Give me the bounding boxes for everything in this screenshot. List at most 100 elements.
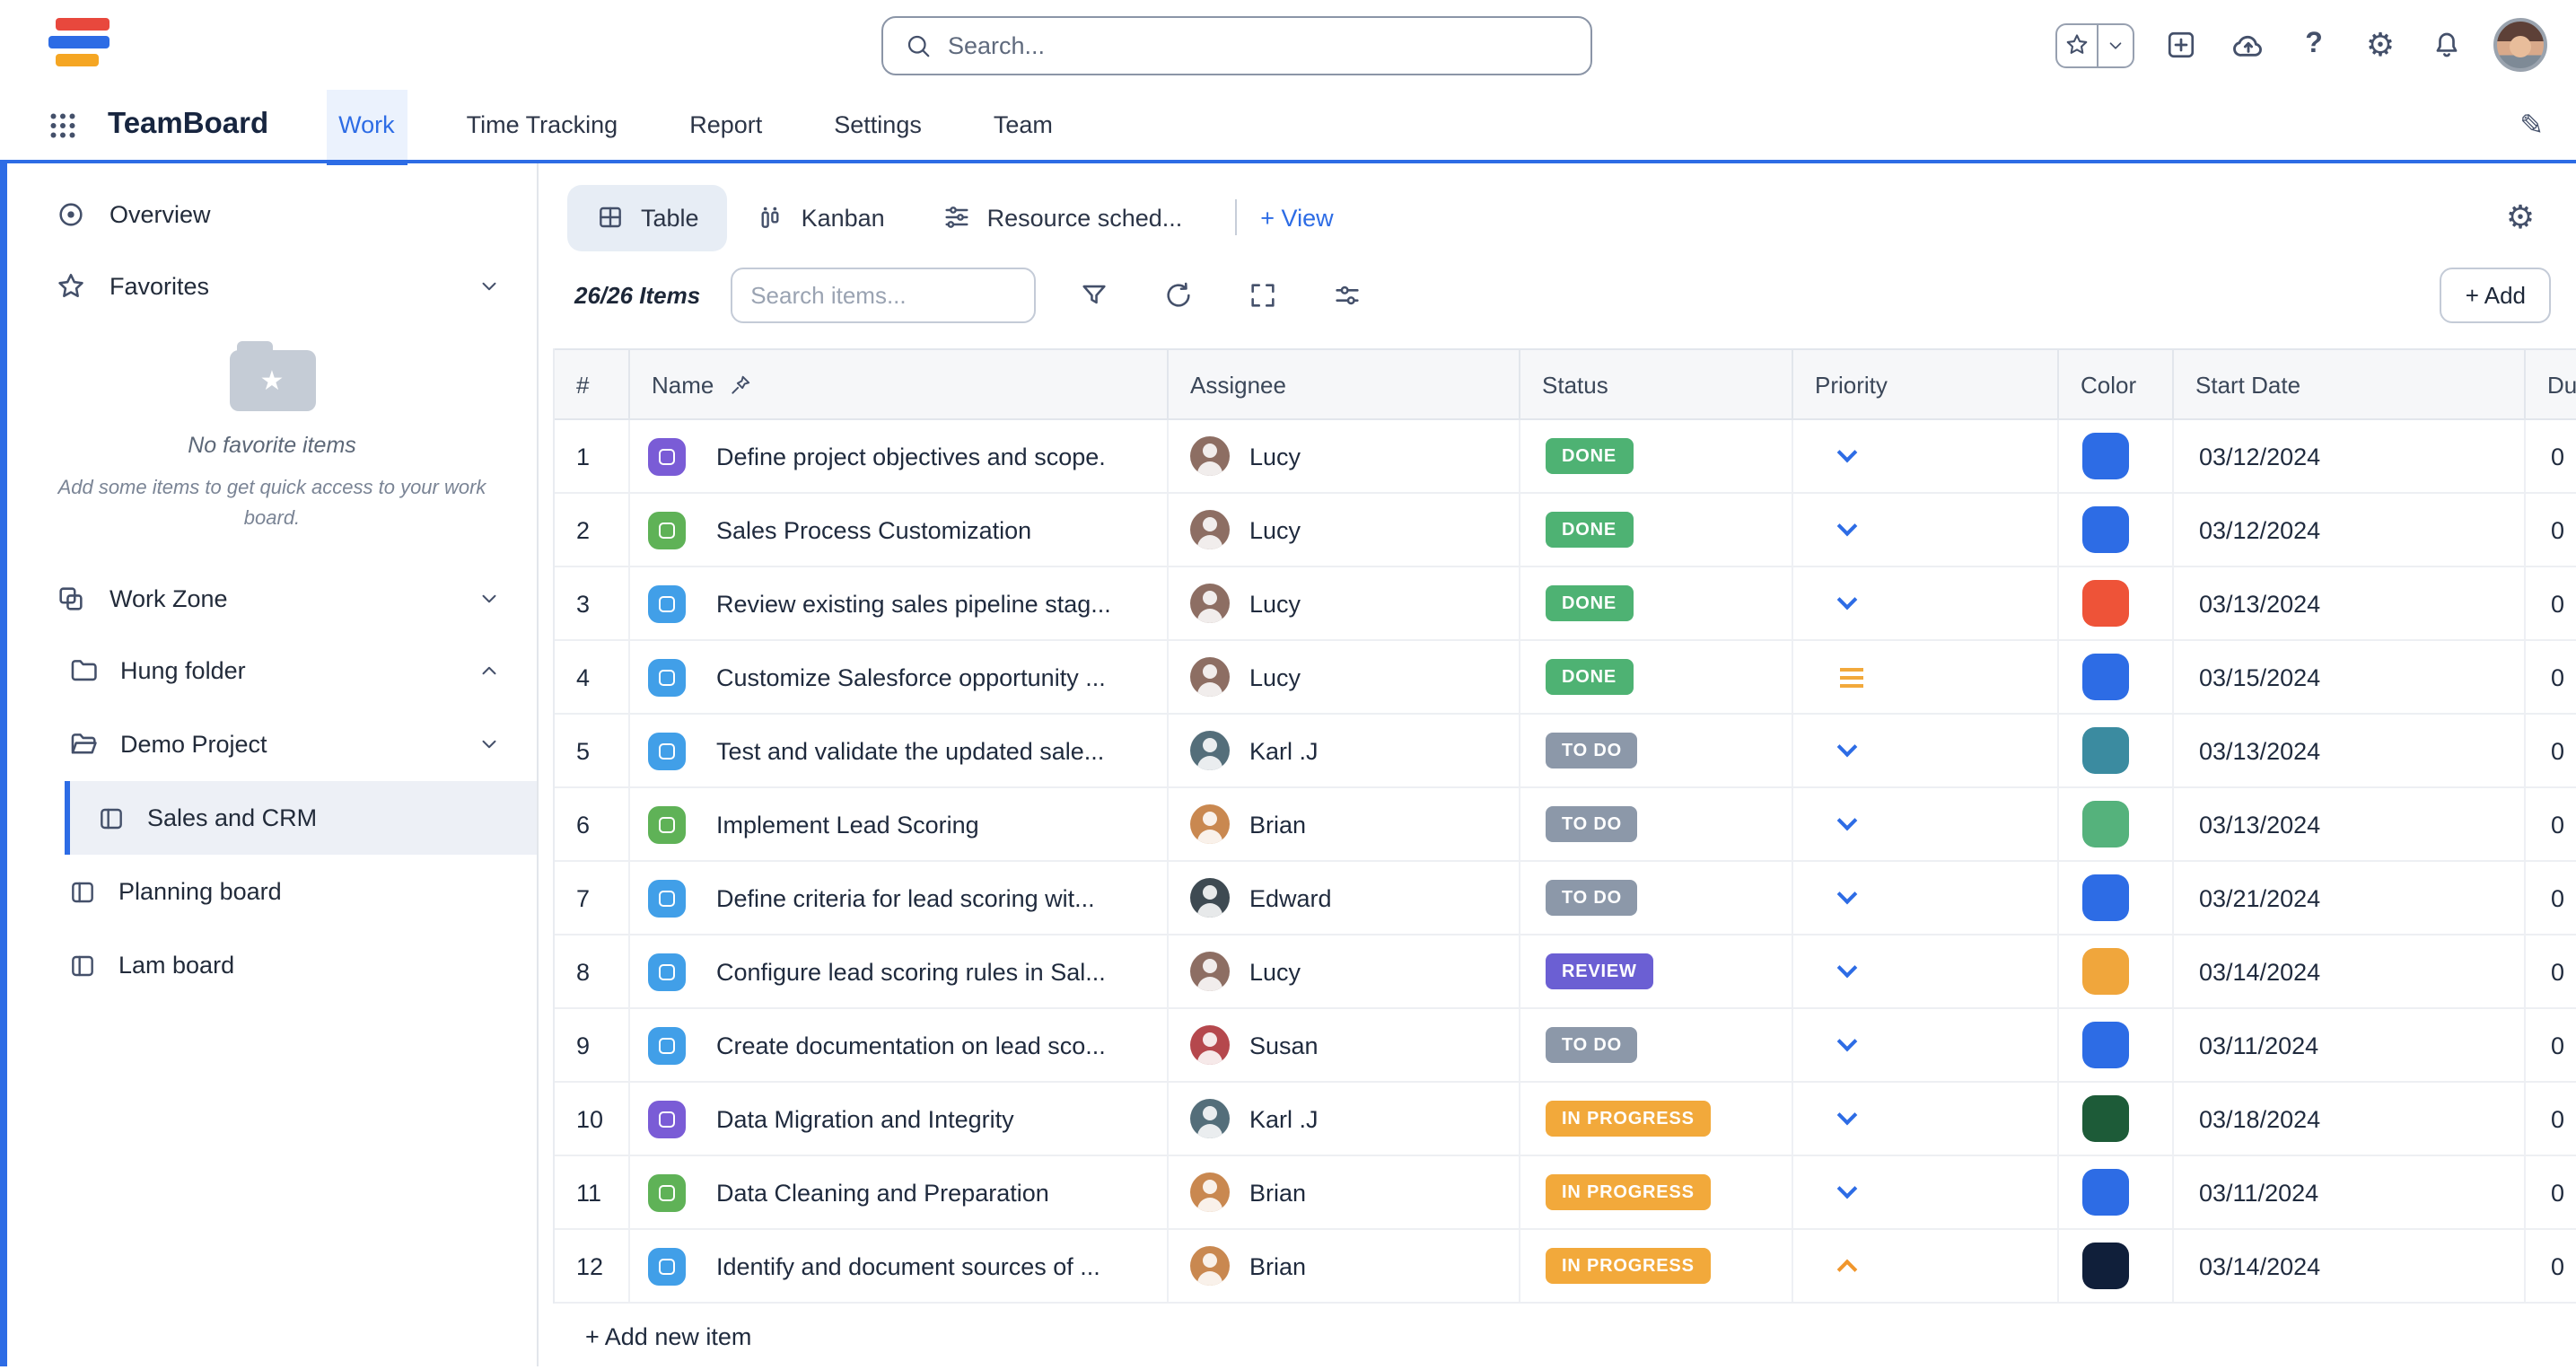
start-date-cell[interactable]: 03/11/2024	[2174, 1156, 2526, 1228]
assignee-cell[interactable]: Brian	[1169, 1156, 1520, 1228]
priority-icon[interactable]	[1840, 667, 1863, 687]
priority-icon[interactable]	[1837, 884, 1858, 905]
global-search-input[interactable]	[948, 32, 1569, 59]
table-row[interactable]: 7 Define criteria for lead scoring wit..…	[555, 862, 2576, 935]
view-settings-gear-icon[interactable]: ⚙	[2501, 198, 2540, 237]
sidebar-item-overview[interactable]: Overview	[7, 178, 537, 250]
chevron-down-icon[interactable]	[478, 274, 501, 297]
priority-cell[interactable]	[1793, 715, 2059, 786]
table-row[interactable]: 9 Create documentation on lead sco... Su…	[555, 1009, 2576, 1083]
due-date-cell[interactable]: 0	[2526, 1156, 2576, 1228]
priority-cell[interactable]	[1793, 788, 2059, 860]
start-date-cell[interactable]: 03/13/2024	[2174, 788, 2526, 860]
start-date-cell[interactable]: 03/14/2024	[2174, 935, 2526, 1007]
color-swatch[interactable]	[2082, 654, 2129, 700]
color-cell[interactable]	[2059, 420, 2174, 492]
priority-icon[interactable]	[1837, 1260, 1858, 1280]
nav-tab[interactable]: Team	[981, 90, 1065, 160]
priority-icon[interactable]	[1837, 811, 1858, 831]
priority-cell[interactable]	[1793, 1009, 2059, 1081]
help-icon[interactable]: ?	[2294, 25, 2334, 65]
color-cell[interactable]	[2059, 494, 2174, 566]
due-date-cell[interactable]: 0	[2526, 788, 2576, 860]
priority-cell[interactable]	[1793, 862, 2059, 934]
table-row[interactable]: 10 Data Migration and Integrity Karl .J …	[555, 1083, 2576, 1156]
color-swatch[interactable]	[2082, 801, 2129, 847]
task-name-cell[interactable]: Implement Lead Scoring	[630, 788, 1169, 860]
edit-pencil-icon[interactable]: ✎	[2519, 107, 2544, 143]
task-name[interactable]: Review existing sales pipeline stag...	[716, 590, 1111, 617]
sidebar-item-hung-folder[interactable]: Hung folder	[7, 634, 537, 707]
due-date-cell[interactable]: 0	[2526, 935, 2576, 1007]
priority-icon[interactable]	[1837, 958, 1858, 979]
status-cell[interactable]: IN PROGRESS	[1520, 1230, 1793, 1302]
settings-gear-icon[interactable]: ⚙	[2361, 25, 2400, 65]
assignee-cell[interactable]: Susan	[1169, 1009, 1520, 1081]
status-badge[interactable]: DONE	[1546, 512, 1633, 548]
table-row[interactable]: 12 Identify and document sources of ... …	[555, 1230, 2576, 1304]
priority-icon[interactable]	[1837, 1179, 1858, 1199]
view-tab-resource-scheduling[interactable]: Resource sched...	[914, 184, 1212, 250]
column-header-color[interactable]: Color	[2059, 350, 2174, 418]
due-date-cell[interactable]: 0	[2526, 641, 2576, 713]
table-row[interactable]: 11 Data Cleaning and Preparation Brian I…	[555, 1156, 2576, 1230]
color-cell[interactable]	[2059, 1083, 2174, 1155]
start-date-cell[interactable]: 03/21/2024	[2174, 862, 2526, 934]
task-name[interactable]: Identify and document sources of ...	[716, 1252, 1100, 1279]
color-cell[interactable]	[2059, 1009, 2174, 1081]
color-swatch[interactable]	[2082, 506, 2129, 553]
status-cell[interactable]: IN PROGRESS	[1520, 1156, 1793, 1228]
color-swatch[interactable]	[2082, 433, 2129, 479]
start-date-cell[interactable]: 03/18/2024	[2174, 1083, 2526, 1155]
column-settings-sliders-icon[interactable]	[1319, 268, 1373, 321]
assignee-cell[interactable]: Lucy	[1169, 494, 1520, 566]
status-cell[interactable]: REVIEW	[1520, 935, 1793, 1007]
assignee-cell[interactable]: Brian	[1169, 788, 1520, 860]
assignee-cell[interactable]: Lucy	[1169, 641, 1520, 713]
column-header-due-date[interactable]: Du	[2526, 350, 2576, 418]
star-icon[interactable]	[2057, 24, 2097, 66]
favorite-split-button[interactable]	[2055, 22, 2134, 67]
status-cell[interactable]: DONE	[1520, 567, 1793, 639]
chevron-down-icon[interactable]	[478, 586, 501, 610]
due-date-cell[interactable]: 0	[2526, 862, 2576, 934]
task-name-cell[interactable]: Test and validate the updated sale...	[630, 715, 1169, 786]
table-row[interactable]: 2 Sales Process Customization Lucy DONE	[555, 494, 2576, 567]
column-header-start-date[interactable]: Start Date	[2174, 350, 2526, 418]
status-cell[interactable]: TO DO	[1520, 862, 1793, 934]
due-date-cell[interactable]: 0	[2526, 567, 2576, 639]
priority-cell[interactable]	[1793, 420, 2059, 492]
color-swatch[interactable]	[2082, 874, 2129, 921]
color-cell[interactable]	[2059, 862, 2174, 934]
due-date-cell[interactable]: 0	[2526, 420, 2576, 492]
task-name-cell[interactable]: Define project objectives and scope.	[630, 420, 1169, 492]
table-row[interactable]: 8 Configure lead scoring rules in Sal...…	[555, 935, 2576, 1009]
task-name[interactable]: Test and validate the updated sale...	[716, 737, 1104, 764]
sidebar-item-sales-and-crm[interactable]: Sales and CRM	[65, 781, 537, 855]
add-view-button[interactable]: + View	[1260, 204, 1333, 231]
color-swatch[interactable]	[2082, 580, 2129, 627]
status-badge[interactable]: DONE	[1546, 438, 1633, 474]
start-date-cell[interactable]: 03/15/2024	[2174, 641, 2526, 713]
status-badge[interactable]: REVIEW	[1546, 953, 1653, 989]
priority-icon[interactable]	[1837, 737, 1858, 758]
status-badge[interactable]: IN PROGRESS	[1546, 1101, 1711, 1137]
color-swatch[interactable]	[2082, 1095, 2129, 1142]
assignee-cell[interactable]: Brian	[1169, 1230, 1520, 1302]
task-name[interactable]: Define project objectives and scope.	[716, 443, 1106, 470]
status-badge[interactable]: DONE	[1546, 585, 1633, 621]
color-cell[interactable]	[2059, 1156, 2174, 1228]
start-date-cell[interactable]: 03/12/2024	[2174, 420, 2526, 492]
task-name[interactable]: Sales Process Customization	[716, 516, 1031, 543]
priority-icon[interactable]	[1837, 443, 1858, 463]
table-row[interactable]: 6 Implement Lead Scoring Brian TO DO	[555, 788, 2576, 862]
priority-cell[interactable]	[1793, 494, 2059, 566]
status-cell[interactable]: DONE	[1520, 420, 1793, 492]
table-row[interactable]: 1 Define project objectives and scope. L…	[555, 420, 2576, 494]
task-name-cell[interactable]: Identify and document sources of ...	[630, 1230, 1169, 1302]
task-name-cell[interactable]: Data Migration and Integrity	[630, 1083, 1169, 1155]
task-name-cell[interactable]: Customize Salesforce opportunity ...	[630, 641, 1169, 713]
priority-icon[interactable]	[1837, 516, 1858, 537]
cloud-upload-icon[interactable]	[2228, 25, 2267, 65]
table-row[interactable]: 4 Customize Salesforce opportunity ... L…	[555, 641, 2576, 715]
